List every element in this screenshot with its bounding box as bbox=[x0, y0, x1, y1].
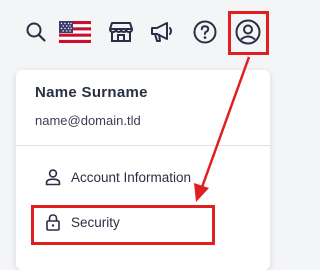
top-toolbar bbox=[0, 0, 286, 64]
search-icon[interactable] bbox=[19, 15, 53, 49]
user-name: Name Surname bbox=[35, 84, 148, 101]
menu-item-account-information[interactable]: Account Information bbox=[16, 160, 270, 194]
menu-item-security[interactable]: Security bbox=[16, 205, 270, 239]
lock-icon bbox=[44, 213, 62, 231]
megaphone-icon[interactable] bbox=[145, 15, 179, 49]
menu-item-label: Security bbox=[71, 214, 120, 230]
menu-item-label: Account Information bbox=[71, 169, 192, 185]
user-email: name@domain.tld bbox=[35, 113, 141, 128]
person-icon bbox=[44, 168, 62, 186]
us-flag-icon[interactable] bbox=[58, 15, 92, 49]
help-icon[interactable] bbox=[188, 15, 222, 49]
menu-divider bbox=[16, 145, 270, 146]
account-icon[interactable] bbox=[231, 15, 265, 49]
store-icon[interactable] bbox=[104, 15, 138, 49]
account-dropdown-menu: Name Surname name@domain.tld Account Inf… bbox=[16, 70, 270, 270]
